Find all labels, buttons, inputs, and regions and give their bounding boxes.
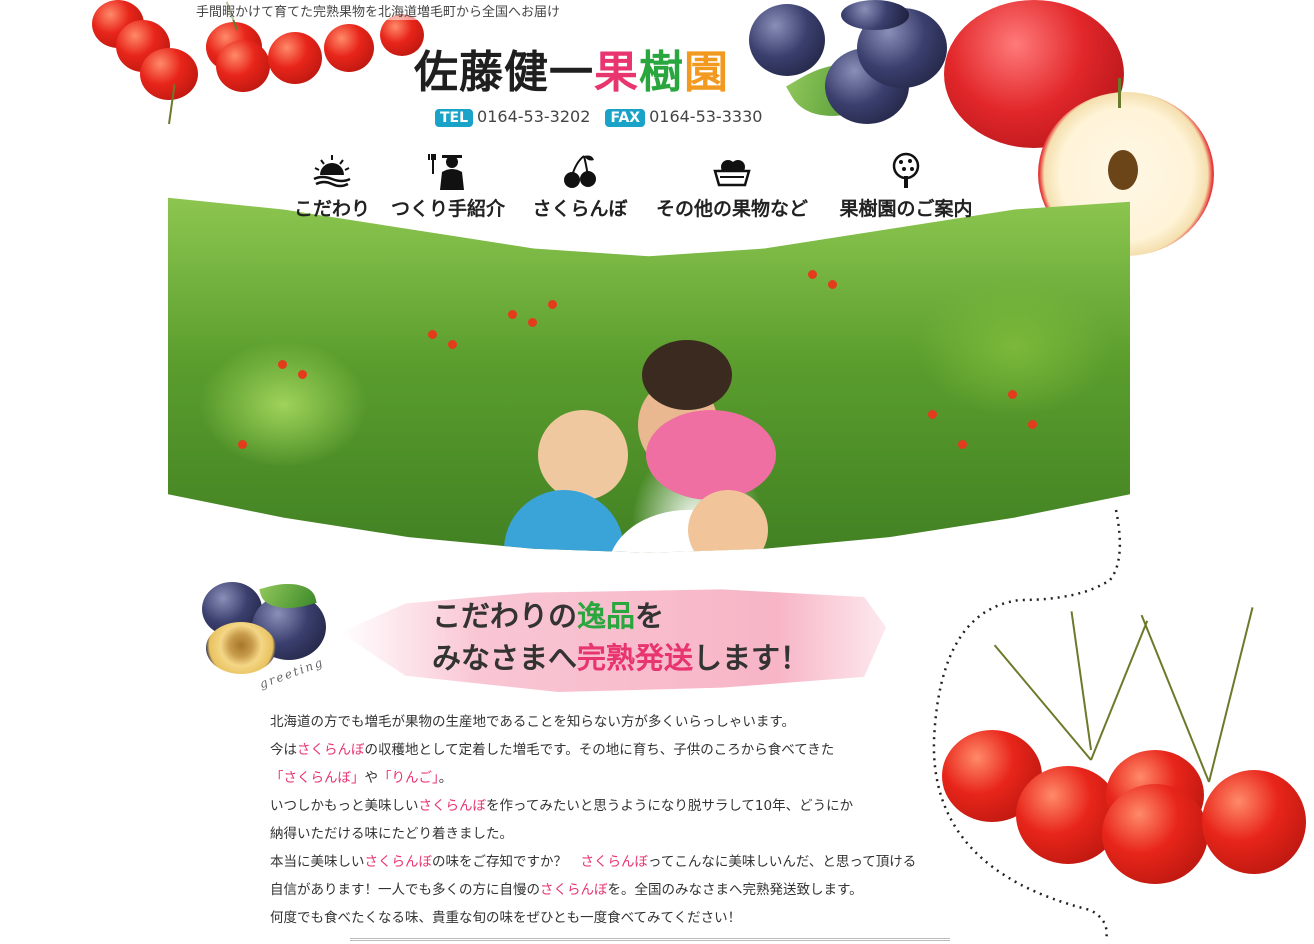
- farmer-icon: [428, 154, 464, 190]
- text: ってこんなに美味しいんだ、と思って頂ける: [648, 854, 917, 870]
- body-line: 納得いただける味にたどり着きました。: [270, 826, 513, 842]
- highlight-cherry: さくらんぼ: [580, 854, 649, 870]
- text: を作ってみたいと思うようになり脱サラして10年、どうにか: [486, 798, 854, 814]
- section-divider: [350, 938, 950, 941]
- nav-item-cherry[interactable]: さくらんぼ: [532, 152, 628, 221]
- body-line: 何度でも食べたくなる味、貴重な旬の味をぜひとも一度食べてみてください！: [270, 910, 742, 926]
- logo-char-3: 園: [684, 47, 729, 98]
- main-nav: こだわり つくり手紹介 さくらんぼ その他の果物など 果樹園のご案内: [280, 152, 1000, 232]
- headline-part: します！: [693, 641, 810, 675]
- body-line: 今はさくらんぼの収穫地として定着した増毛です。その地に育ち、子供のころから食べて…: [270, 736, 950, 764]
- fax-badge: FAX: [605, 109, 646, 127]
- nav-label: こだわり: [293, 198, 370, 220]
- headline-highlight: 完熟発送: [577, 641, 694, 675]
- text: を。全国のみなさまへ完熟発送致します。: [607, 882, 863, 898]
- site-logo[interactable]: 佐藤健一果樹園: [414, 36, 729, 100]
- site-tagline: 手間暇かけて育てた完熟果物を北海道増毛町から全国へお届け: [196, 5, 561, 20]
- nav-label: つくり手紹介: [390, 198, 505, 220]
- body-line: 「さくらんぼ」や「りんご」。: [270, 764, 950, 792]
- greeting-headline: こだわりの逸品を みなさまへ完熟発送します！: [432, 595, 809, 679]
- cherries-bottom-right-image: [940, 600, 1310, 900]
- nav-label: その他の果物など: [655, 198, 808, 220]
- highlight-cherry: さくらんぼ: [297, 742, 365, 758]
- tel-badge: TEL: [435, 109, 474, 127]
- text: の味をご存知ですか？: [432, 854, 581, 870]
- contact-info: TEL 0164-53-3202 FAX 0164-53-3330: [435, 107, 772, 127]
- headline-part: を: [635, 599, 665, 633]
- greeting-body: 北海道の方でも増毛が果物の生産地であることを知らない方が多くいらっしゃいます。 …: [270, 708, 950, 932]
- fax-number: 0164-53-3330: [649, 107, 763, 126]
- logo-name: 佐藤健一: [414, 47, 594, 98]
- headline-highlight: 逸品: [577, 599, 636, 633]
- highlight-cherry: さくらんぼ: [540, 882, 608, 898]
- highlight-apple: 「りんご」: [378, 770, 439, 786]
- logo-char-1: 果: [594, 47, 639, 98]
- body-line: いつしかもっと美味しいさくらんぼを作ってみたいと思うようになり脱サラして10年、…: [270, 792, 950, 820]
- nav-item-orchard-guide[interactable]: 果樹園のご案内: [834, 152, 978, 221]
- sunrise-icon: [313, 155, 351, 188]
- text: 今は: [270, 742, 297, 758]
- text: の収穫地として定着した増毛です。その地に育ち、子供のころから食べてきた: [364, 742, 835, 758]
- nav-label: 果樹園のご案内: [839, 198, 973, 220]
- text: いつしかもっと美味しい: [270, 798, 419, 814]
- logo-char-2: 樹: [639, 47, 684, 98]
- text: や: [364, 770, 379, 786]
- fruit-basket-icon: [713, 160, 751, 187]
- nav-item-kodawari[interactable]: こだわり: [288, 152, 376, 221]
- nav-label: さくらんぼ: [532, 198, 628, 220]
- highlight-cherry: さくらんぼ: [364, 854, 433, 870]
- nav-item-other-fruits[interactable]: その他の果物など: [652, 152, 812, 221]
- plums-top-image: [745, 0, 965, 140]
- nav-item-producer[interactable]: つくり手紹介: [388, 152, 508, 221]
- text: 本当に美味しい: [270, 854, 365, 870]
- body-line: 北海道の方でも増毛が果物の生産地であることを知らない方が多くいらっしゃいます。: [270, 714, 796, 730]
- text: 。: [438, 770, 453, 786]
- headline-part: みなさまへ: [432, 641, 578, 675]
- highlight-cherry: 「さくらんぼ」: [270, 770, 365, 786]
- highlight-cherry: さくらんぼ: [418, 798, 487, 814]
- body-line: 本当に美味しいさくらんぼの味をご存知ですか？ さくらんぼってこんなに美味しいんだ…: [270, 848, 950, 876]
- cherry-icon: [564, 155, 596, 188]
- headline-part: こだわりの: [432, 599, 578, 633]
- tel-number[interactable]: 0164-53-3202: [477, 107, 590, 126]
- body-line: 自信があります！一人でも多くの方に自慢のさくらんぼを。全国のみなさまへ完熟発送致…: [270, 876, 950, 904]
- text: 自信があります！一人でも多くの方に自慢の: [270, 882, 540, 898]
- tree-icon: [892, 152, 920, 188]
